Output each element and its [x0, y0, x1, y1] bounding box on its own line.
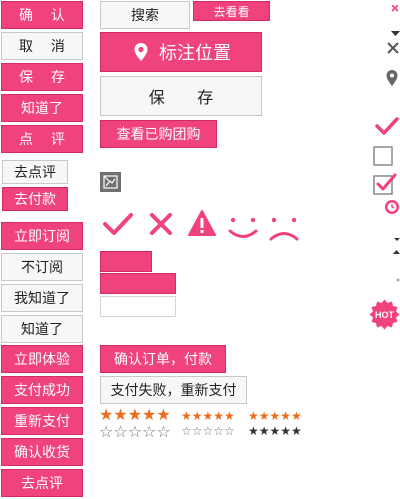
hot-badge-label: HOT — [375, 309, 394, 320]
clock-icon — [384, 199, 400, 215]
close-icon-small-pink[interactable] — [390, 0, 400, 12]
image-placeholder-icon — [100, 172, 121, 192]
pay-failed-retry-button[interactable]: 支付失败，重新支付 — [100, 376, 247, 404]
sad-icon — [267, 212, 301, 242]
rating-tiny-filled: ★★★★★ — [248, 409, 302, 423]
rating-large-empty: ☆☆☆☆☆ — [99, 424, 171, 441]
try-now-button[interactable]: 立即体验 — [1, 345, 83, 373]
payment-success-button[interactable]: 支付成功 — [1, 376, 83, 404]
caret-down-icon-small[interactable] — [394, 228, 400, 241]
view-purchased-deals-button[interactable]: 查看已购团购 — [100, 120, 217, 148]
location-pin-icon — [131, 42, 151, 62]
caret-down-icon[interactable] — [391, 23, 400, 36]
checkbox-empty-icon[interactable] — [373, 146, 393, 166]
subscribe-now-button[interactable]: 立即订阅 — [1, 222, 83, 250]
smile-icon — [226, 212, 260, 242]
check-icon — [102, 211, 134, 237]
mark-location-label: 标注位置 — [159, 43, 231, 63]
save-large-button[interactable]: 保 存 — [100, 76, 262, 116]
view-button[interactable]: 去看看 — [193, 1, 270, 21]
caret-up-icon[interactable] — [393, 241, 400, 254]
save-button[interactable]: 保 存 — [1, 63, 83, 91]
go-review-button[interactable]: 去点评 — [2, 160, 68, 184]
rating-small-empty: ☆☆☆☆☆ — [181, 424, 235, 438]
confirm-receipt-button[interactable]: 确认收货 — [1, 438, 83, 466]
dot-icon — [396, 269, 400, 282]
location-pin-icon-grey — [386, 70, 398, 86]
check-icon-small — [374, 116, 400, 136]
cancel-button[interactable]: 取 消 — [1, 32, 83, 60]
i-got-it-button[interactable]: 我知道了 — [1, 284, 83, 312]
confirm-order-pay-button[interactable]: 确认订单，付款 — [100, 345, 226, 373]
close-icon-dark[interactable] — [386, 41, 400, 55]
go-pay-button[interactable]: 去付款 — [2, 187, 68, 211]
rating-tiny-dark: ★★★★★ — [248, 424, 302, 438]
confirm-button[interactable]: 确 认 — [1, 1, 83, 29]
rating-small-filled: ★★★★★ — [181, 409, 235, 423]
hot-badge: HOT — [369, 299, 400, 330]
close-icon — [148, 211, 174, 237]
review-button[interactable]: 点 评 — [1, 125, 83, 153]
search-button[interactable]: 搜索 — [100, 1, 190, 29]
got-it-button-alt[interactable]: 知道了 — [1, 315, 83, 343]
progress-bar-short — [100, 251, 152, 272]
mark-location-button[interactable]: 标注位置 — [100, 32, 262, 72]
progress-bar-empty — [100, 296, 176, 317]
warning-icon — [187, 209, 217, 237]
got-it-button[interactable]: 知道了 — [1, 94, 83, 122]
go-review-button-pink[interactable]: 去点评 — [1, 469, 83, 497]
progress-bar-full — [100, 273, 176, 294]
not-subscribe-button[interactable]: 不订阅 — [1, 253, 83, 281]
rating-large-filled: ★★★★★ — [99, 407, 171, 424]
repay-button[interactable]: 重新支付 — [1, 407, 83, 435]
checkbox-checked-icon[interactable] — [373, 173, 397, 195]
